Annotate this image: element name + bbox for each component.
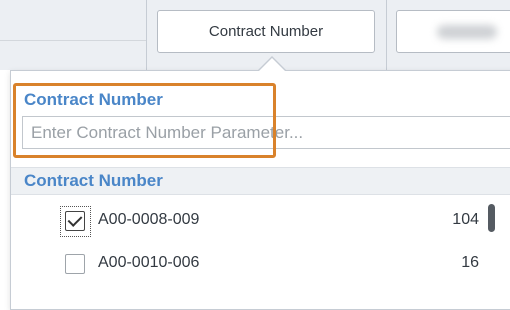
divider <box>0 40 146 41</box>
list-scrollbar[interactable] <box>488 204 495 232</box>
list-item[interactable]: A00-0008-009 104 <box>11 203 491 241</box>
list-item-label: A00-0010-006 <box>98 254 200 271</box>
parameter-label: Contract Number <box>24 90 163 109</box>
list-section-label: Contract Number <box>24 171 163 190</box>
blurred-filter-button[interactable] <box>396 10 510 53</box>
checkbox-checked[interactable] <box>65 211 85 231</box>
dropdown-caret-fill <box>258 58 286 72</box>
list-item[interactable]: A00-0010-006 16 <box>11 246 491 284</box>
list-item-count: 104 <box>452 211 479 228</box>
contract-number-filter-label: Contract Number <box>208 23 324 40</box>
contract-number-parameter-input[interactable] <box>22 116 510 149</box>
divider <box>146 0 147 70</box>
blurred-label <box>437 25 497 39</box>
contract-number-filter-button[interactable]: Contract Number <box>157 10 375 53</box>
list-section-header: Contract Number <box>11 167 510 195</box>
divider <box>386 0 387 70</box>
list-item-label: A00-0008-009 <box>98 211 200 228</box>
list-item-count: 16 <box>461 254 479 271</box>
checkbox-unchecked[interactable] <box>65 254 85 274</box>
